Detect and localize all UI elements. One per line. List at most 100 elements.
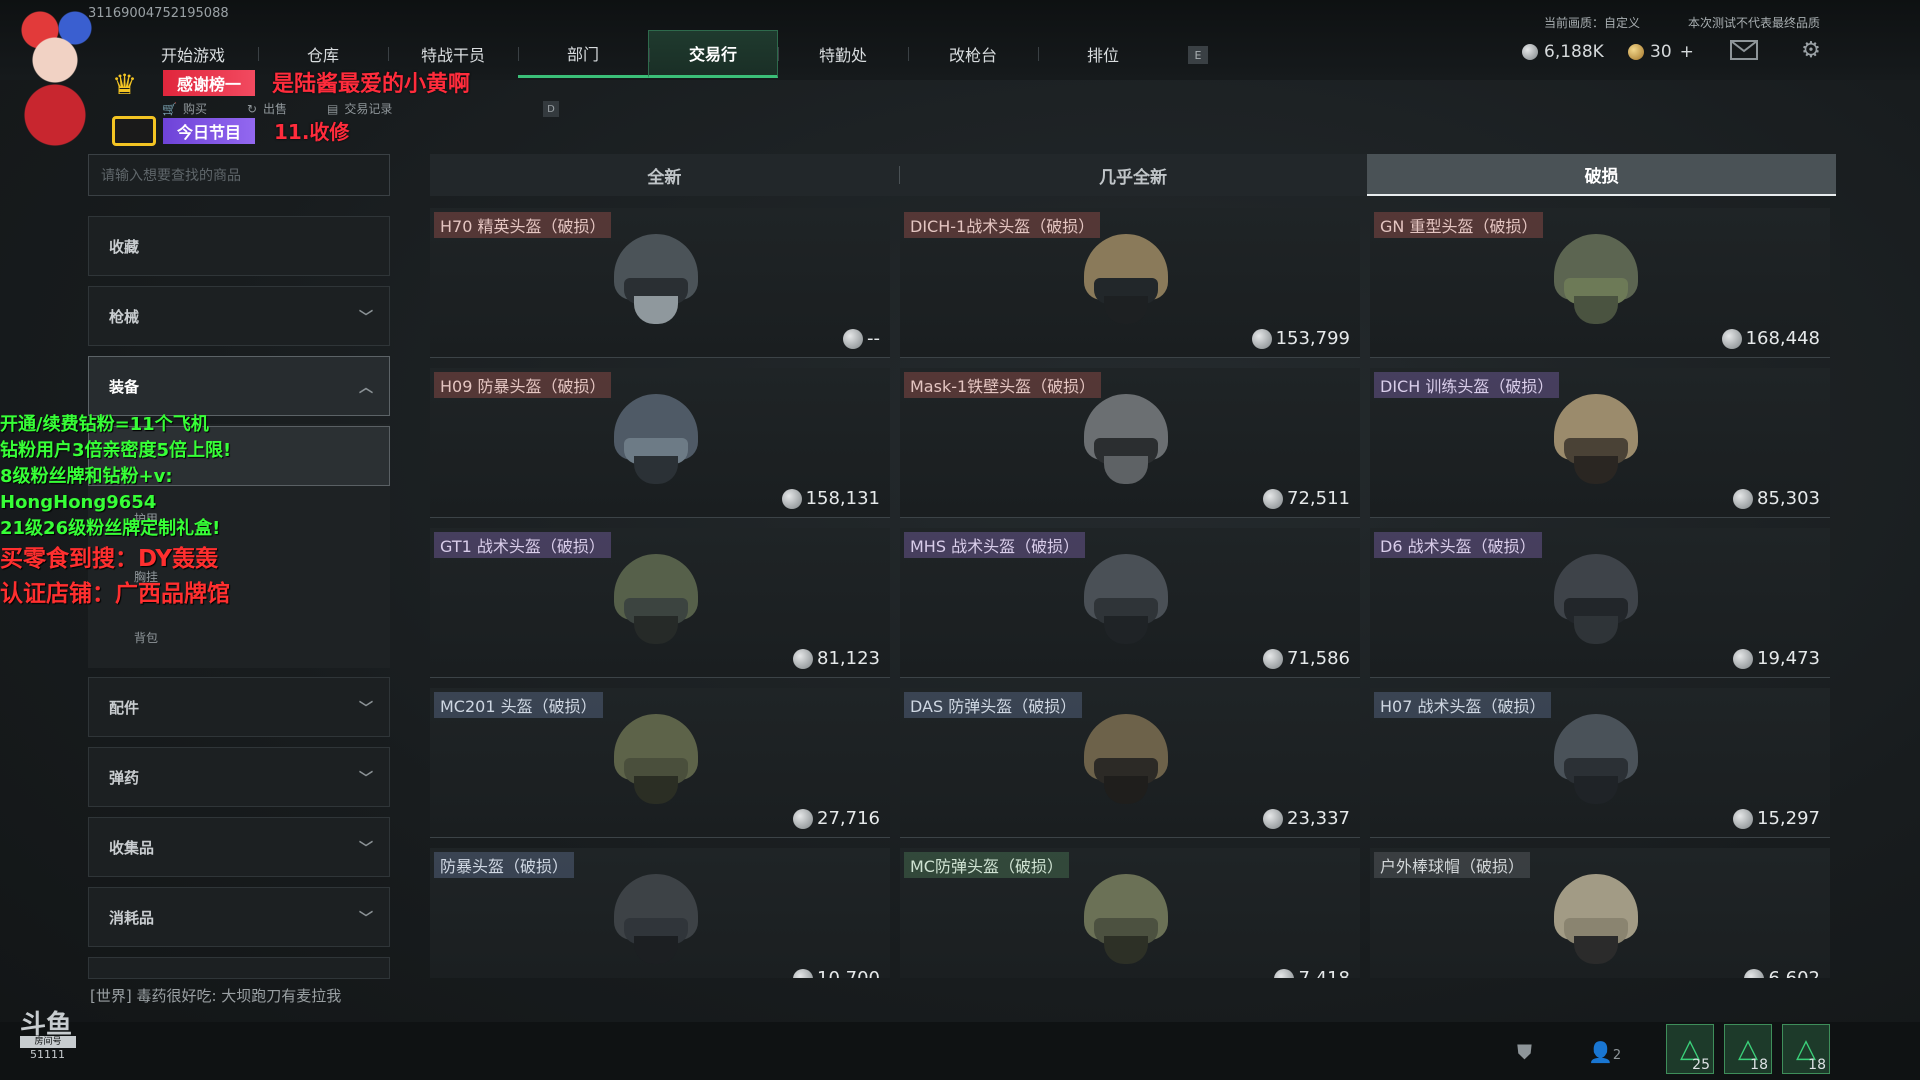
helmet-image — [610, 708, 702, 808]
item-price: 153,799 — [1251, 328, 1350, 349]
item-name: 防暴头盔（破损） — [434, 852, 575, 878]
subtab-records[interactable]: ▤ 交易记录 — [327, 100, 392, 117]
item-card[interactable]: 防暴头盔（破损） 10,700 — [430, 848, 890, 978]
shield-icon[interactable]: ⛊ — [1517, 1040, 1532, 1064]
gold-currency[interactable]: 30 + — [1628, 42, 1694, 62]
helmet-mask — [1574, 936, 1618, 964]
helmet-mask — [1104, 616, 1148, 644]
category-ammo[interactable]: 弹药 ﹀ — [88, 747, 390, 807]
category-consumables[interactable]: 消耗品 ﹀ — [88, 887, 390, 947]
silver-coin-icon — [1522, 44, 1538, 60]
rank-badge[interactable]: △ 18 — [1724, 1024, 1772, 1074]
mail-icon[interactable] — [1730, 40, 1758, 62]
chevron-down-icon: ﹀ — [359, 911, 373, 927]
item-price: 158,131 — [781, 488, 880, 509]
gold-add-icon[interactable]: + — [1680, 42, 1694, 62]
category-weapons[interactable]: 枪械 ﹀ — [88, 286, 390, 346]
item-card[interactable]: MC防弹头盔（破损） 7,418 — [900, 848, 1360, 978]
item-card[interactable]: GT1 战术头盔（破损） 81,123 — [430, 528, 890, 678]
item-card[interactable]: H07 战术头盔（破损） 15,297 — [1370, 688, 1830, 838]
silver-coin-icon — [1733, 488, 1754, 509]
item-price-value: 168,448 — [1745, 328, 1820, 349]
item-card[interactable]: H09 防暴头盔（破损） 158,131 — [430, 368, 890, 518]
item-search-input[interactable]: 请输入想要查找的商品 — [88, 154, 390, 196]
helmet-mask — [1104, 776, 1148, 804]
item-card[interactable]: 户外棒球帽（破损） 6,602 — [1370, 848, 1830, 978]
douyu-room-label: 房间号 — [20, 1036, 76, 1048]
tab-special-service[interactable]: 特勤处 — [778, 30, 908, 78]
promo-line: 钻粉用户3倍亲密度5倍上限! — [0, 440, 232, 461]
world-chat-message[interactable]: [世界] 毒药很好吃: 大坝跑刀有麦拉我 — [90, 985, 341, 1006]
item-name: GT1 战术头盔（破损） — [434, 532, 611, 558]
thanks-text: 是陆酱最爱的小黄啊 — [272, 72, 471, 97]
item-name: D6 战术头盔（破损） — [1374, 532, 1542, 558]
chevron-up-icon: ︿ — [359, 380, 373, 396]
silver-coin-icon — [1263, 488, 1284, 509]
nav-next-key-hint: E — [1188, 46, 1208, 64]
item-price-value: 23,337 — [1287, 808, 1350, 829]
category-attachments-label: 配件 — [109, 698, 140, 717]
item-card[interactable]: MHS 战术头盔（破损） 71,586 — [900, 528, 1360, 678]
category-equipment[interactable]: 装备 ︿ — [88, 356, 390, 416]
helmet-mask — [634, 456, 678, 484]
category-equipment-label: 装备 — [109, 377, 140, 396]
item-card[interactable]: Mask-1铁壁头盔（破损） 72,511 — [900, 368, 1360, 518]
helmet-mask — [634, 296, 678, 324]
helmet-mask — [1574, 456, 1618, 484]
subtab-buy[interactable]: 🛒 购买 — [162, 100, 207, 117]
silver-coin-icon — [781, 488, 802, 509]
helmet-image — [610, 388, 702, 488]
helmet-mask — [634, 616, 678, 644]
helmet-image — [1550, 868, 1642, 968]
item-card[interactable]: DAS 防弹头盔（破损） 23,337 — [900, 688, 1360, 838]
item-card[interactable]: DICH 训练头盔（破损） 85,303 — [1370, 368, 1830, 518]
subcategory-backpack[interactable]: 背包 — [134, 629, 158, 646]
settings-gear-icon[interactable]: ⚙ — [1797, 40, 1825, 62]
tab-ranked[interactable]: 排位 — [1038, 30, 1168, 78]
crown-icon: ♛ — [112, 68, 138, 101]
item-grid-viewport[interactable]: H70 精英头盔（破损） -- DICH-1战术头盔（破损） 153,799 GN 重型… — [430, 208, 1836, 978]
category-more[interactable] — [88, 957, 390, 979]
item-price: -- — [843, 328, 880, 349]
cart-icon: 🛒 — [162, 101, 177, 116]
item-card[interactable]: D6 战术头盔（破损） 19,473 — [1370, 528, 1830, 678]
tab-department[interactable]: 部门 — [518, 30, 648, 78]
thanks-badge: 感谢榜一 — [163, 70, 256, 96]
helmet-mask — [1104, 296, 1148, 324]
bottom-bar — [0, 1022, 1920, 1080]
helmet-mask — [1104, 936, 1148, 964]
rank-badge[interactable]: △ 18 — [1782, 1024, 1830, 1074]
item-price: 72,511 — [1263, 488, 1350, 509]
item-price: 7,418 — [1274, 968, 1350, 978]
category-attachments[interactable]: 配件 ﹀ — [88, 677, 390, 737]
item-price: 81,123 — [793, 648, 880, 669]
item-card[interactable]: DICH-1战术头盔（破损） 153,799 — [900, 208, 1360, 358]
tab-condition-new[interactable]: 全新 — [430, 154, 899, 196]
rank-badge-level: 18 — [1750, 1057, 1768, 1073]
item-card[interactable]: GN 重型头盔（破损） 168,448 — [1370, 208, 1830, 358]
silver-coin-icon — [1263, 648, 1284, 669]
category-collectibles-label: 收集品 — [109, 838, 155, 857]
item-price: 168,448 — [1721, 328, 1820, 349]
tab-condition-damaged[interactable]: 破损 — [1367, 154, 1837, 196]
category-collectibles[interactable]: 收集品 ﹀ — [88, 817, 390, 877]
subtab-sell[interactable]: ↻ 出售 — [247, 100, 287, 117]
room-number: 51111 — [30, 1048, 65, 1061]
test-notice: 本次测试不代表最终品质 — [1688, 16, 1821, 30]
item-name: DICH 训练头盔（破损） — [1374, 372, 1560, 398]
category-favorites[interactable]: 收藏 — [88, 216, 390, 276]
silver-coin-icon — [1744, 968, 1765, 978]
item-name: 户外棒球帽（破损） — [1374, 852, 1531, 878]
item-price-value: 19,473 — [1757, 648, 1820, 669]
friends-icon[interactable]: 👤2 — [1588, 1040, 1621, 1064]
tab-trading[interactable]: 交易行 — [648, 30, 778, 78]
tab-gunsmith[interactable]: 改枪台 — [908, 30, 1038, 78]
tab-condition-almost-new[interactable]: 几乎全新 — [898, 154, 1368, 196]
promo-overlay: 开通/续费钻粉=11个飞机 钻粉用户3倍亲密度5倍上限! 8级粉丝牌和钻粉+v:… — [0, 412, 231, 612]
item-price-value: 153,799 — [1275, 328, 1350, 349]
item-price-value: 81,123 — [817, 648, 880, 669]
item-card[interactable]: H70 精英头盔（破损） -- — [430, 208, 890, 358]
silver-coin-icon — [793, 648, 814, 669]
rank-badge[interactable]: △ 25 — [1666, 1024, 1714, 1074]
item-card[interactable]: MC201 头盔（破损） 27,716 — [430, 688, 890, 838]
